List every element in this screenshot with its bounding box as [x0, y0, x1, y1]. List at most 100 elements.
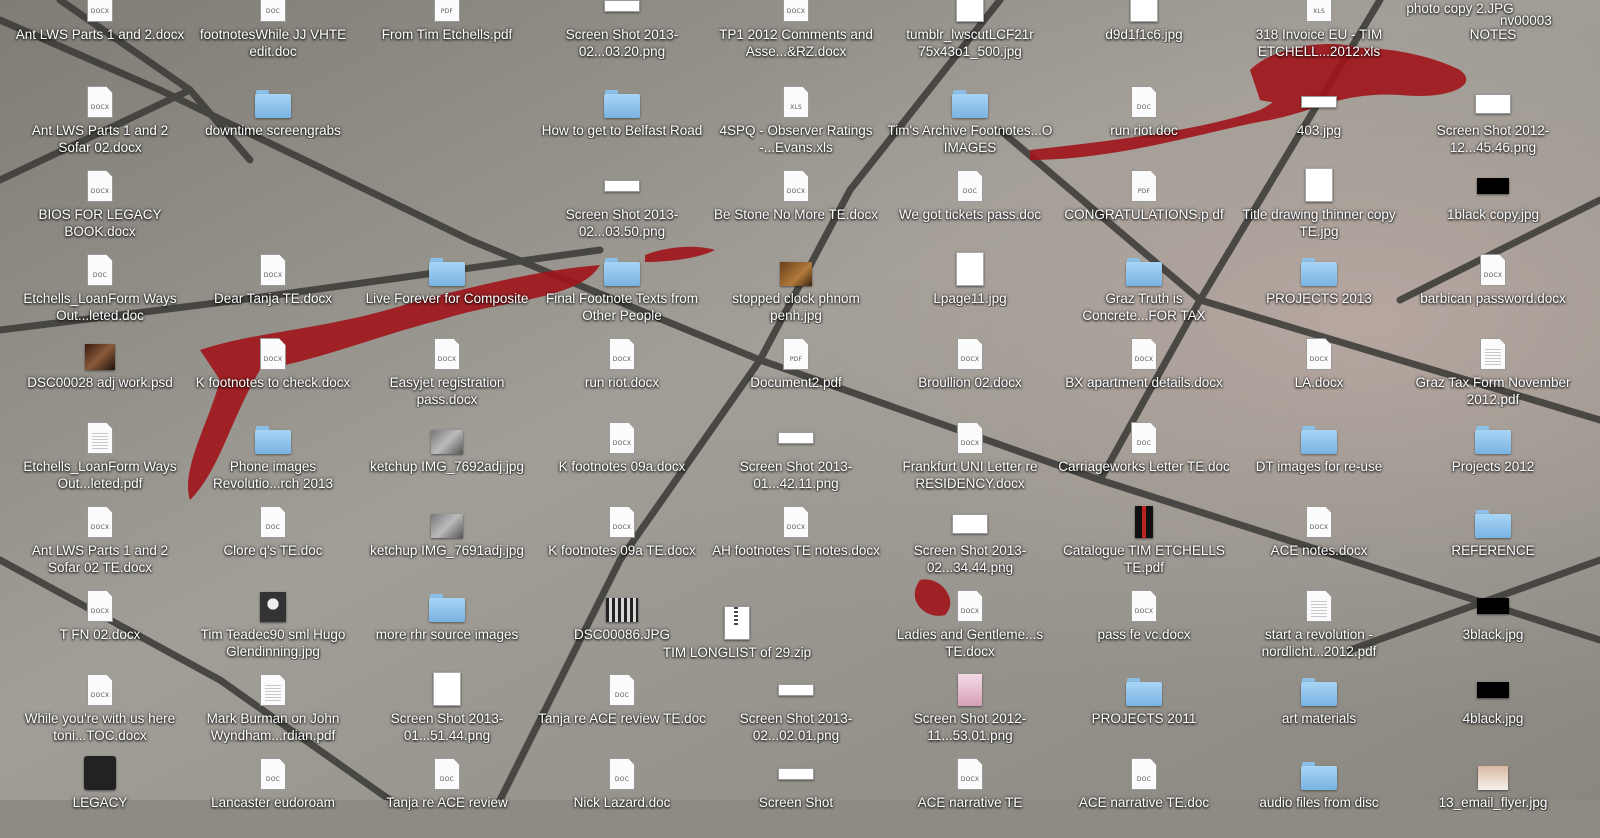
desktop-item[interactable]: Graz Tax Form November 2012.pdf	[1403, 336, 1583, 418]
desktop-item[interactable]: tumblr_lwscutLCF21r 75x43o1_500.jpg	[880, 0, 1060, 82]
desktop-item[interactable]: DOCX K footnotes 09a.docx	[532, 420, 712, 502]
desktop-item[interactable]: DOCX BX apartment details.docx	[1054, 336, 1234, 418]
desktop-item[interactable]: DOCX Dear Tanja TE.docx	[183, 252, 363, 334]
desktop-item[interactable]: 4black.jpg	[1403, 672, 1583, 754]
desktop-item[interactable]: Phone images Revolutio...rch 2013	[183, 420, 363, 502]
desktop-item[interactable]: DOC Tanja re ACE review	[357, 756, 537, 838]
desktop-item[interactable]: DOCX Be Stone No More TE.docx	[706, 168, 886, 250]
desktop-item[interactable]: Live Forever for Composite	[357, 252, 537, 334]
desktop-item[interactable]: DOCX ACE narrative TE	[880, 756, 1060, 838]
desktop-item[interactable]: start a revolution - nordlicht...2012.pd…	[1229, 588, 1409, 670]
item-label: Lancaster eudoroam	[211, 795, 335, 810]
desktop-item[interactable]: DOCX ACE notes.docx	[1229, 504, 1409, 586]
desktop-item[interactable]: 1black copy.jpg	[1403, 168, 1583, 250]
desktop-item[interactable]: DOC footnotesWhile JJ VHTE edit.doc	[183, 0, 363, 82]
desktop-item[interactable]: Screen Shot 2013-01...42.11.png	[706, 420, 886, 502]
desktop-item[interactable]: REFERENCE	[1403, 504, 1583, 586]
desktop-item[interactable]: art materials	[1229, 672, 1409, 754]
desktop-item[interactable]: Screen Shot 2012-11...53.01.png	[880, 672, 1060, 754]
item-label: Tanja re ACE review TE.doc	[538, 711, 706, 726]
desktop-item[interactable]: DOC Tanja re ACE review TE.doc	[532, 672, 712, 754]
desktop-item[interactable]: Etchells_LoanForm Ways Out...leted.pdf	[10, 420, 190, 502]
document-icon	[80, 420, 120, 454]
desktop-item[interactable]: Graz Truth is Concrete...FOR TAX	[1054, 252, 1234, 334]
desktop-item[interactable]: DOC Nick Lazard.doc	[532, 756, 712, 838]
desktop-item[interactable]: DOC We got tickets pass.doc	[880, 168, 1060, 250]
desktop-item[interactable]: Screen Shot 2012-12...45.46.png	[1403, 84, 1583, 166]
image-thumbnail-icon	[950, 252, 990, 286]
desktop-item-zip[interactable]: TIM LONGLIST of 29.zip	[647, 606, 827, 682]
image-thumbnail-icon	[1299, 168, 1339, 202]
desktop-item[interactable]: PDF CONGRATULATIONS.p df	[1054, 168, 1234, 250]
desktop-item[interactable]: DOC Etchells_LoanForm Ways Out...leted.do…	[10, 252, 190, 334]
desktop-item[interactable]: Tim's Archive Footnotes...O IMAGES	[880, 84, 1060, 166]
desktop-item[interactable]: Title drawing thinner copy TE.jpg	[1229, 168, 1409, 250]
document-icon: DOCX	[253, 336, 293, 370]
desktop-item[interactable]: PROJECTS 2011	[1054, 672, 1234, 754]
screenshot-icon	[776, 420, 816, 454]
desktop-item[interactable]: 13_email_flyer.jpg	[1403, 756, 1583, 838]
desktop-item[interactable]: DSC00028 adj work.psd	[10, 336, 190, 418]
desktop-item[interactable]: DOCX Ant LWS Parts 1 and 2 Sofar 02.docx	[10, 84, 190, 166]
desktop-item[interactable]: Screen Shot	[706, 756, 886, 838]
item-label: Graz Tax Form November 2012.pdf	[1415, 375, 1571, 407]
desktop-item[interactable]: Catalogue TIM ETCHELLS TE.pdf	[1054, 504, 1234, 586]
desktop-item[interactable]: DOCX While you're with us here toni...TOC…	[10, 672, 190, 754]
desktop-item[interactable]: DOCX Easyjet registration pass.docx	[357, 336, 537, 418]
desktop-item[interactable]: stopped clock phnom penh.jpg	[706, 252, 886, 334]
desktop-item[interactable]: downtime screengrabs	[183, 84, 363, 166]
folder-icon	[1299, 756, 1339, 790]
desktop-item[interactable]: DOCX T FN 02.docx	[10, 588, 190, 670]
desktop-item[interactable]: DOC run riot.doc	[1054, 84, 1234, 166]
desktop-item[interactable]: PROJECTS 2013	[1229, 252, 1409, 334]
item-label: Screen Shot 2013-01...42.11.png	[739, 459, 853, 491]
desktop-item[interactable]: 403.jpg	[1229, 84, 1409, 166]
desktop-item[interactable]: PDF From Tim Etchells.pdf	[357, 0, 537, 82]
desktop-item[interactable]: Screen Shot 2013-02...03.50.png	[532, 168, 712, 250]
item-label: start a revolution - nordlicht...2012.pd…	[1261, 627, 1377, 659]
desktop-item[interactable]: DT images for re-use	[1229, 420, 1409, 502]
desktop-item[interactable]: Screen Shot 2013-02...34.44.png	[880, 504, 1060, 586]
desktop-item[interactable]: DOC Clore q's TE.doc	[183, 504, 363, 586]
desktop-item[interactable]: DOCX Ant LWS Parts 1 and 2 Sofar 02 TE.do…	[10, 504, 190, 586]
desktop-item[interactable]: DOC Lancaster eudoroam	[183, 756, 363, 838]
desktop-item[interactable]: DOCX LA.docx	[1229, 336, 1409, 418]
desktop-item[interactable]: ketchup IMG_7692adj.jpg	[357, 420, 537, 502]
desktop-item[interactable]: LEGACY	[10, 756, 190, 838]
desktop-item[interactable]: Final Footnote Texts from Other People	[532, 252, 712, 334]
desktop-item[interactable]: 3black.jpg	[1403, 588, 1583, 670]
desktop-item[interactable]: How to get to Belfast Road	[532, 84, 712, 166]
desktop-item[interactable]: DOCX TP1 2012 Comments and Asse...&RZ.doc…	[706, 0, 886, 82]
desktop-item[interactable]: more rhr source images	[357, 588, 537, 670]
desktop-item[interactable]: DOCX Ladies and Gentleme...s TE.docx	[880, 588, 1060, 670]
desktop-item[interactable]: DOCX BIOS FOR LEGACY BOOK.docx	[10, 168, 190, 250]
item-label: nv00003	[1500, 13, 1552, 28]
desktop-item[interactable]: Tim Teadec90 sml Hugo Glendinning.jpg	[183, 588, 363, 670]
desktop-item[interactable]: Mark Burman on John Wyndham...rdian.pdf	[183, 672, 363, 754]
desktop-item[interactable]: Screen Shot 2013-01...51.44.png	[357, 672, 537, 754]
desktop-item[interactable]: audio files from disc	[1229, 756, 1409, 838]
desktop-item[interactable]: DOCX Broullion 02.docx	[880, 336, 1060, 418]
document-icon: DOCX	[253, 252, 293, 286]
desktop-item[interactable]: DOCX Frankfurt UNI Letter re RESIDENCY.do…	[880, 420, 1060, 502]
desktop-item[interactable]: DOCX K footnotes 09a TE.docx	[532, 504, 712, 586]
desktop-item[interactable]: DOCX run riot.docx	[532, 336, 712, 418]
item-label: ketchup IMG_7692adj.jpg	[370, 459, 524, 474]
desktop-item[interactable]: DOCX barbican password.docx	[1403, 252, 1583, 334]
desktop-item[interactable]: DOCX AH footnotes TE notes.docx	[706, 504, 886, 586]
desktop-item[interactable]: Screen Shot 2013-02...02.01.png	[706, 672, 886, 754]
item-label: downtime screengrabs	[205, 123, 341, 138]
desktop-item[interactable]: Projects 2012	[1403, 420, 1583, 502]
desktop-item[interactable]: PDF Document2.pdf	[706, 336, 886, 418]
desktop-item[interactable]: ketchup IMG_7691adj.jpg	[357, 504, 537, 586]
desktop-item[interactable]: DOCX pass fe vc.docx	[1054, 588, 1234, 670]
desktop-item[interactable]: DOCX K footnotes to check.docx	[183, 336, 363, 418]
desktop-item[interactable]: DOC Carriageworks Letter TE.doc	[1054, 420, 1234, 502]
desktop-item[interactable]: DOCX Ant LWS Parts 1 and 2.docx	[10, 0, 190, 82]
desktop-item[interactable]: XLS 4SPQ - Observer Ratings -...Evans.xls	[706, 84, 886, 166]
desktop-item-partial[interactable]: nv00003	[1500, 8, 1600, 34]
desktop-item[interactable]: DOC ACE narrative TE.doc	[1054, 756, 1234, 838]
desktop-item[interactable]: Screen Shot 2013-02...03.20.png	[532, 0, 712, 82]
desktop-item[interactable]: d9d1f1c6.jpg	[1054, 0, 1234, 82]
desktop-item[interactable]: Lpage11.jpg	[880, 252, 1060, 334]
